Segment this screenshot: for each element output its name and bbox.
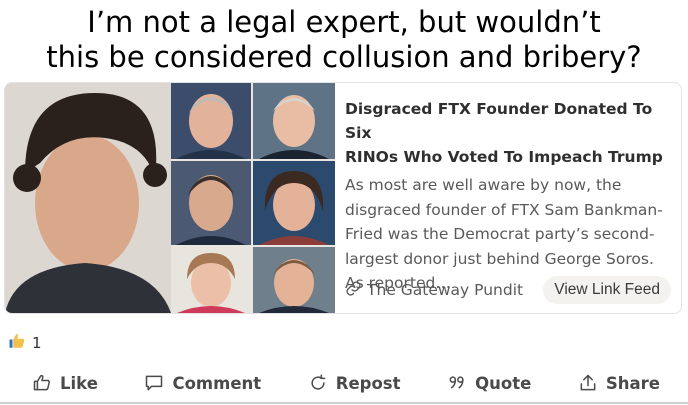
link-icon xyxy=(345,280,362,301)
thumbs-up-icon xyxy=(8,332,26,354)
quote-label: Quote xyxy=(475,373,532,393)
repost-button[interactable]: Repost xyxy=(308,373,401,393)
link-title-line[interactable]: Disgraced FTX Founder Donated To Six xyxy=(345,97,667,145)
share-label: Share xyxy=(605,373,660,393)
share-icon xyxy=(578,373,598,393)
link-card-footer: The Gateway Pundit View Link Feed xyxy=(345,276,671,304)
portrait-photo xyxy=(171,161,251,245)
link-card-text[interactable]: Disgraced FTX Founder Donated To Six RIN… xyxy=(335,83,681,313)
meme-caption: I’m not a legal expert, but wouldn’t thi… xyxy=(0,0,688,80)
link-description-line: Fried was the Democrat party’s second- xyxy=(345,225,655,243)
quote-button[interactable]: Quote xyxy=(447,373,531,393)
view-link-feed-button[interactable]: View Link Feed xyxy=(543,276,671,304)
comment-label: Comment xyxy=(172,373,262,393)
thumbs-up-outline-icon xyxy=(32,373,52,393)
link-preview-card[interactable]: Disgraced FTX Founder Donated To Six RIN… xyxy=(4,82,682,314)
caption-line-2: this be considered collusion and bribery… xyxy=(46,40,642,74)
quote-icon xyxy=(447,373,467,393)
reaction-count: 1 xyxy=(32,334,42,352)
link-source[interactable]: The Gateway Pundit xyxy=(345,280,523,301)
comment-icon xyxy=(144,373,164,393)
portrait-photo xyxy=(253,83,335,159)
like-button[interactable]: Like xyxy=(32,373,98,393)
link-title[interactable]: Disgraced FTX Founder Donated To Six RIN… xyxy=(345,97,667,169)
share-button[interactable]: Share xyxy=(578,373,660,393)
link-title-line[interactable]: RINOs Who Voted To Impeach Trump xyxy=(345,145,667,169)
portrait-photo xyxy=(171,247,251,313)
caption-line-1: I’m not a legal expert, but wouldn’t xyxy=(87,5,601,39)
link-source-name[interactable]: The Gateway Pundit xyxy=(367,281,523,299)
repost-icon xyxy=(308,373,328,393)
portrait-photo xyxy=(5,83,171,313)
like-label: Like xyxy=(60,373,98,393)
portrait-photo xyxy=(253,161,335,245)
link-description-line: As most are well aware by now, the xyxy=(345,176,622,194)
link-description-line: largest donor just behind George Soros. xyxy=(345,249,654,268)
link-description-line: disgraced founder of FTX Sam Bankman- xyxy=(345,200,663,219)
comment-button[interactable]: Comment xyxy=(144,373,261,393)
portrait-photo xyxy=(171,83,251,159)
post-action-bar: Like Comment Repost Quote Share xyxy=(0,364,688,404)
reaction-summary[interactable]: 1 xyxy=(8,332,42,354)
repost-label: Repost xyxy=(335,373,401,393)
link-thumbnail[interactable] xyxy=(5,83,335,313)
portrait-photo xyxy=(253,247,335,313)
